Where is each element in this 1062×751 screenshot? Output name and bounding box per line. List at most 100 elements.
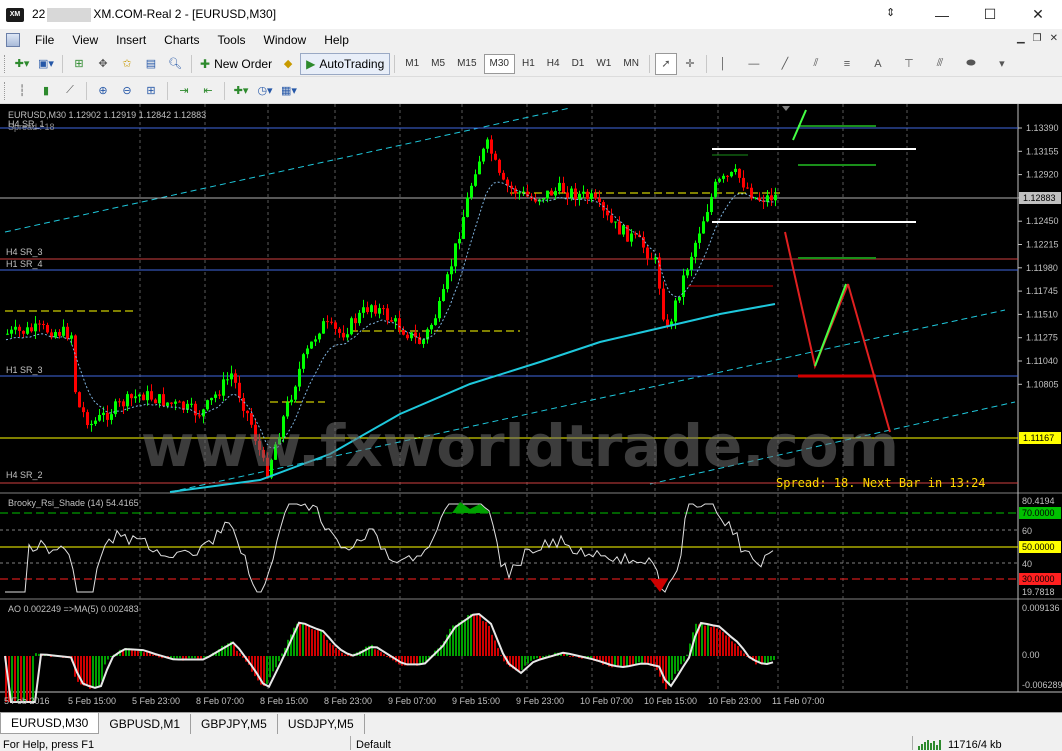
- timeframe-m15[interactable]: M15: [452, 54, 481, 74]
- candle-body: [126, 394, 129, 407]
- candle-body: [34, 323, 37, 332]
- fibonacci-icon[interactable]: ≡: [836, 53, 858, 75]
- mdi-restore-icon[interactable]: ❐: [1033, 33, 1042, 44]
- toolbar-separator: [191, 54, 192, 73]
- vertical-line-icon[interactable]: │: [712, 53, 734, 75]
- bar-chart-icon[interactable]: ┆: [11, 80, 33, 102]
- menu-charts[interactable]: Charts: [155, 33, 208, 47]
- candlestick-icon[interactable]: ▮: [35, 80, 57, 102]
- strategy-tester-icon[interactable]: 🔍︎: [164, 53, 186, 75]
- line-chart-icon[interactable]: ⟋: [59, 80, 81, 102]
- equidistant-channel-icon[interactable]: ⫽: [805, 53, 827, 75]
- menu-tools[interactable]: Tools: [209, 33, 255, 47]
- new-chart-icon[interactable]: ✚▾: [11, 53, 33, 75]
- auto-scroll-icon[interactable]: ⇥: [173, 80, 195, 102]
- ao-histogram-bar: [674, 656, 676, 674]
- tile-windows-icon[interactable]: ⊞: [140, 80, 162, 102]
- timeframe-h1[interactable]: H1: [517, 54, 540, 74]
- tab-usdjpy-m5[interactable]: USDJPY,M5: [278, 714, 365, 734]
- timeframe-m1[interactable]: M1: [400, 54, 424, 74]
- timeframe-w1[interactable]: W1: [591, 54, 616, 74]
- timeframe-d1[interactable]: D1: [567, 54, 590, 74]
- tab-gbpusd-m1[interactable]: GBPUSD,M1: [99, 714, 192, 734]
- timeframe-h4[interactable]: H4: [542, 54, 565, 74]
- candle-body: [474, 174, 477, 186]
- candle-body: [422, 339, 425, 344]
- ao-histogram-bar: [614, 656, 616, 666]
- ao-histogram-bar: [491, 634, 493, 656]
- toolbar-separator: [648, 54, 650, 73]
- menu-file[interactable]: File: [26, 33, 63, 47]
- candle-body: [82, 407, 85, 413]
- ao-histogram-bar: [317, 629, 319, 656]
- chart-shift-marker: [782, 106, 790, 111]
- chart-window-icon[interactable]: [6, 33, 20, 47]
- timeframe-mn[interactable]: MN: [618, 54, 644, 74]
- ao-histogram-bar: [281, 653, 283, 656]
- tab-gbpjpy-m5[interactable]: GBPJPY,M5: [191, 714, 278, 734]
- new-order-button[interactable]: ✚ New Order: [196, 53, 276, 75]
- candle-body: [134, 396, 137, 399]
- menu-help[interactable]: Help: [315, 33, 358, 47]
- candle-body: [698, 233, 701, 243]
- time-tick-label: 5 Feb 15:00: [68, 696, 116, 706]
- candle-body: [498, 159, 501, 173]
- time-tick-label: 8 Feb 23:00: [324, 696, 372, 706]
- ao-histogram-bar: [521, 656, 523, 670]
- trendline-icon[interactable]: ╱: [774, 53, 796, 75]
- candle-body: [14, 326, 17, 330]
- chart-shift-icon[interactable]: ⇤: [197, 80, 219, 102]
- mdi-minimize-icon[interactable]: ▁: [1017, 33, 1025, 44]
- periods-clock-icon[interactable]: ◷▾: [254, 80, 276, 102]
- zoom-out-icon[interactable]: ⊖: [116, 80, 138, 102]
- status-profile[interactable]: Default: [356, 739, 391, 751]
- navigator-crosshair-icon[interactable]: ✥: [92, 53, 114, 75]
- candle-body: [446, 274, 449, 290]
- ao-histogram-bar: [83, 656, 85, 686]
- toolbar-grip[interactable]: [4, 81, 7, 100]
- ao-histogram-bar: [737, 646, 739, 656]
- toolbar-grip[interactable]: [4, 54, 7, 73]
- tab-eurusd-m30[interactable]: EURUSD,M30: [0, 713, 100, 734]
- menu-insert[interactable]: Insert: [107, 33, 155, 47]
- ao-histogram-bar: [701, 622, 703, 656]
- folder-star-icon[interactable]: ✩: [116, 53, 138, 75]
- expert-advisor-icon[interactable]: ◆: [277, 53, 299, 75]
- resize-icon[interactable]: ⇕: [886, 6, 895, 19]
- menu-window[interactable]: Window: [255, 33, 316, 47]
- chart-window[interactable]: 1.133901.131551.129201.126851.124501.122…: [0, 104, 1062, 712]
- ao-histogram-bar: [35, 653, 37, 656]
- mdi-close-icon[interactable]: ✕: [1050, 33, 1058, 44]
- templates-icon[interactable]: ▦▾: [278, 80, 300, 102]
- candle-body: [502, 172, 505, 180]
- profiles-icon[interactable]: ▣▾: [35, 53, 57, 75]
- time-tick-label: 11 Feb 07:00: [772, 696, 824, 706]
- menu-view[interactable]: View: [63, 33, 107, 47]
- autotrading-button[interactable]: ▶ AutoTrading: [300, 52, 391, 75]
- arrow-down-icon[interactable]: ▾: [991, 53, 1013, 75]
- indicators-icon[interactable]: ✚▾: [230, 80, 252, 102]
- zoom-in-icon[interactable]: ⊕: [92, 80, 114, 102]
- timeframe-m30[interactable]: M30: [483, 53, 515, 74]
- horizontal-line-icon[interactable]: —: [743, 53, 765, 75]
- market-watch-icon[interactable]: ⊞: [68, 53, 90, 75]
- ao-histogram-bar: [680, 656, 682, 665]
- crosshair-icon[interactable]: ✛: [679, 53, 701, 75]
- text-icon[interactable]: A: [867, 53, 889, 75]
- chart-canvas[interactable]: 1.133901.131551.129201.126851.124501.122…: [0, 104, 1062, 712]
- ao-histogram-bar: [194, 656, 196, 659]
- cursor-icon[interactable]: ➚: [654, 52, 677, 75]
- ao-histogram-bar: [422, 656, 424, 664]
- ellipse-icon[interactable]: ⬬: [960, 53, 982, 75]
- timeframe-m5[interactable]: M5: [426, 54, 450, 74]
- ao-histogram-bar: [713, 626, 715, 656]
- fibo-fan-icon[interactable]: ⫻: [929, 53, 951, 75]
- minimize-button[interactable]: —: [918, 0, 966, 29]
- ao-histogram-bar: [137, 650, 139, 656]
- time-tick-label: 5 Feb 23:00: [132, 696, 180, 706]
- ao-histogram-bar: [365, 646, 367, 656]
- maximize-button[interactable]: ☐: [966, 0, 1014, 29]
- text-label-icon[interactable]: ⊤: [898, 53, 920, 75]
- close-button[interactable]: ✕: [1014, 0, 1062, 29]
- terminal-icon[interactable]: ▤: [140, 53, 162, 75]
